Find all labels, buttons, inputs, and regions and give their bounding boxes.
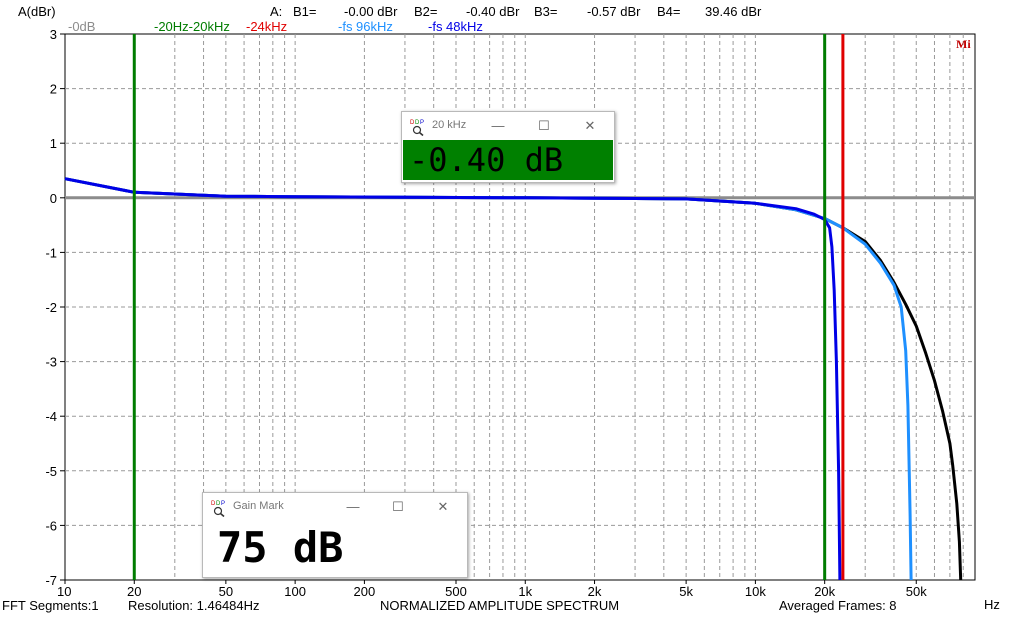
y-tick-label: -2 xyxy=(45,300,57,315)
ddp-logo-icon: D D P xyxy=(410,120,424,136)
b1-value: -0.00 dBr xyxy=(344,4,398,19)
x-tick-labels: 10 20 50 100 200 500 1k 2k 5k 10k 20k 50k xyxy=(57,580,927,599)
legend-fs-96khz: -fs 96kHz xyxy=(338,19,393,34)
resolution: Resolution: 1.46484Hz xyxy=(128,598,260,613)
meter-readout: -0.40 dB xyxy=(403,140,613,180)
gain-readout: 75 dB xyxy=(217,523,463,573)
b1-label: B1= xyxy=(293,4,317,19)
x-tick-label: 20k xyxy=(814,584,835,599)
x-axis-unit: Hz xyxy=(984,597,1000,612)
x-tick-label: 10 xyxy=(57,584,71,599)
y-tick-labels: 3 2 1 0 -1 -2 -3 -4 -5 -6 -7 xyxy=(45,27,65,588)
y-tick-label: -5 xyxy=(45,464,57,479)
y-tick-label: -4 xyxy=(45,409,57,424)
x-tick-label: 10k xyxy=(745,584,766,599)
x-tick-label: 2k xyxy=(588,584,602,599)
x-tick-label: 20 xyxy=(127,584,141,599)
x-tick-label: 5k xyxy=(679,584,693,599)
window-titlebar[interactable]: D D P 20 kHz — ☐ ✕ xyxy=(402,112,614,140)
fft-segments: FFT Segments:1 xyxy=(2,598,99,613)
y-tick-label: 1 xyxy=(50,136,57,151)
x-tick-label: 100 xyxy=(284,584,306,599)
b3-value: -0.57 dBr xyxy=(587,4,641,19)
ddp-logo-icon: D D P xyxy=(211,501,225,517)
legend-fs-48khz: -fs 48kHz xyxy=(428,19,483,34)
spectrum-chart: 3210-1-2-3-4-5-6-7 10 20 50 100 200 500 1k 2k 5k… xyxy=(45,27,976,599)
close-button[interactable]: ✕ xyxy=(433,497,453,517)
y-tick-label: 3 xyxy=(50,27,57,42)
x-tick-label: 1k xyxy=(518,584,532,599)
b4-label: B4= xyxy=(657,4,681,19)
maximize-button[interactable]: ☐ xyxy=(388,497,408,517)
y-tick-label: 0 xyxy=(50,191,57,206)
b4-value: 39.46 dBr xyxy=(705,4,762,19)
y-tick-label: -7 xyxy=(45,573,57,588)
channel-label: A: xyxy=(270,4,283,19)
chart-title: NORMALIZED AMPLITUDE SPECTRUM xyxy=(380,598,620,613)
averaged-frames: Averaged Frames: 8 xyxy=(779,598,897,613)
y-tick-label: 2 xyxy=(50,82,57,97)
svg-text:P: P xyxy=(420,120,424,126)
svg-text:P: P xyxy=(221,501,225,507)
window-title: 20 kHz xyxy=(432,119,467,131)
x-tick-label: 50 xyxy=(219,584,233,599)
maximize-button[interactable]: ☐ xyxy=(534,116,554,136)
b2-label: B2= xyxy=(414,4,438,19)
brand-logo: Mi xyxy=(956,37,971,51)
gain-mark-window[interactable]: D D P Gain Mark — ☐ ✕ 75 dB xyxy=(202,492,468,578)
x-tick-label: 50k xyxy=(906,584,927,599)
minimize-button[interactable]: — xyxy=(343,497,363,517)
b2-value: -0.40 dBr xyxy=(466,4,520,19)
legend-24khz: -24kHz xyxy=(246,19,288,34)
y-tick-label: -3 xyxy=(45,355,57,370)
close-button[interactable]: ✕ xyxy=(580,116,600,136)
y-tick-label: -6 xyxy=(45,518,57,533)
legend-20hz-20khz: -20Hz-20kHz xyxy=(154,19,230,34)
x-tick-label: 500 xyxy=(445,584,467,599)
y-axis-label: A(dBr) xyxy=(18,4,56,19)
meter-window-20khz[interactable]: D D P 20 kHz — ☐ ✕ -0.40 dB xyxy=(401,111,615,183)
legend-0db: -0dB xyxy=(68,19,96,34)
window-titlebar[interactable]: D D P Gain Mark — ☐ ✕ xyxy=(203,493,467,521)
minimize-button[interactable]: — xyxy=(488,116,508,136)
x-tick-label: 200 xyxy=(354,584,376,599)
y-tick-label: -1 xyxy=(45,245,57,260)
window-title: Gain Mark xyxy=(233,500,284,512)
b3-label: B3= xyxy=(534,4,558,19)
